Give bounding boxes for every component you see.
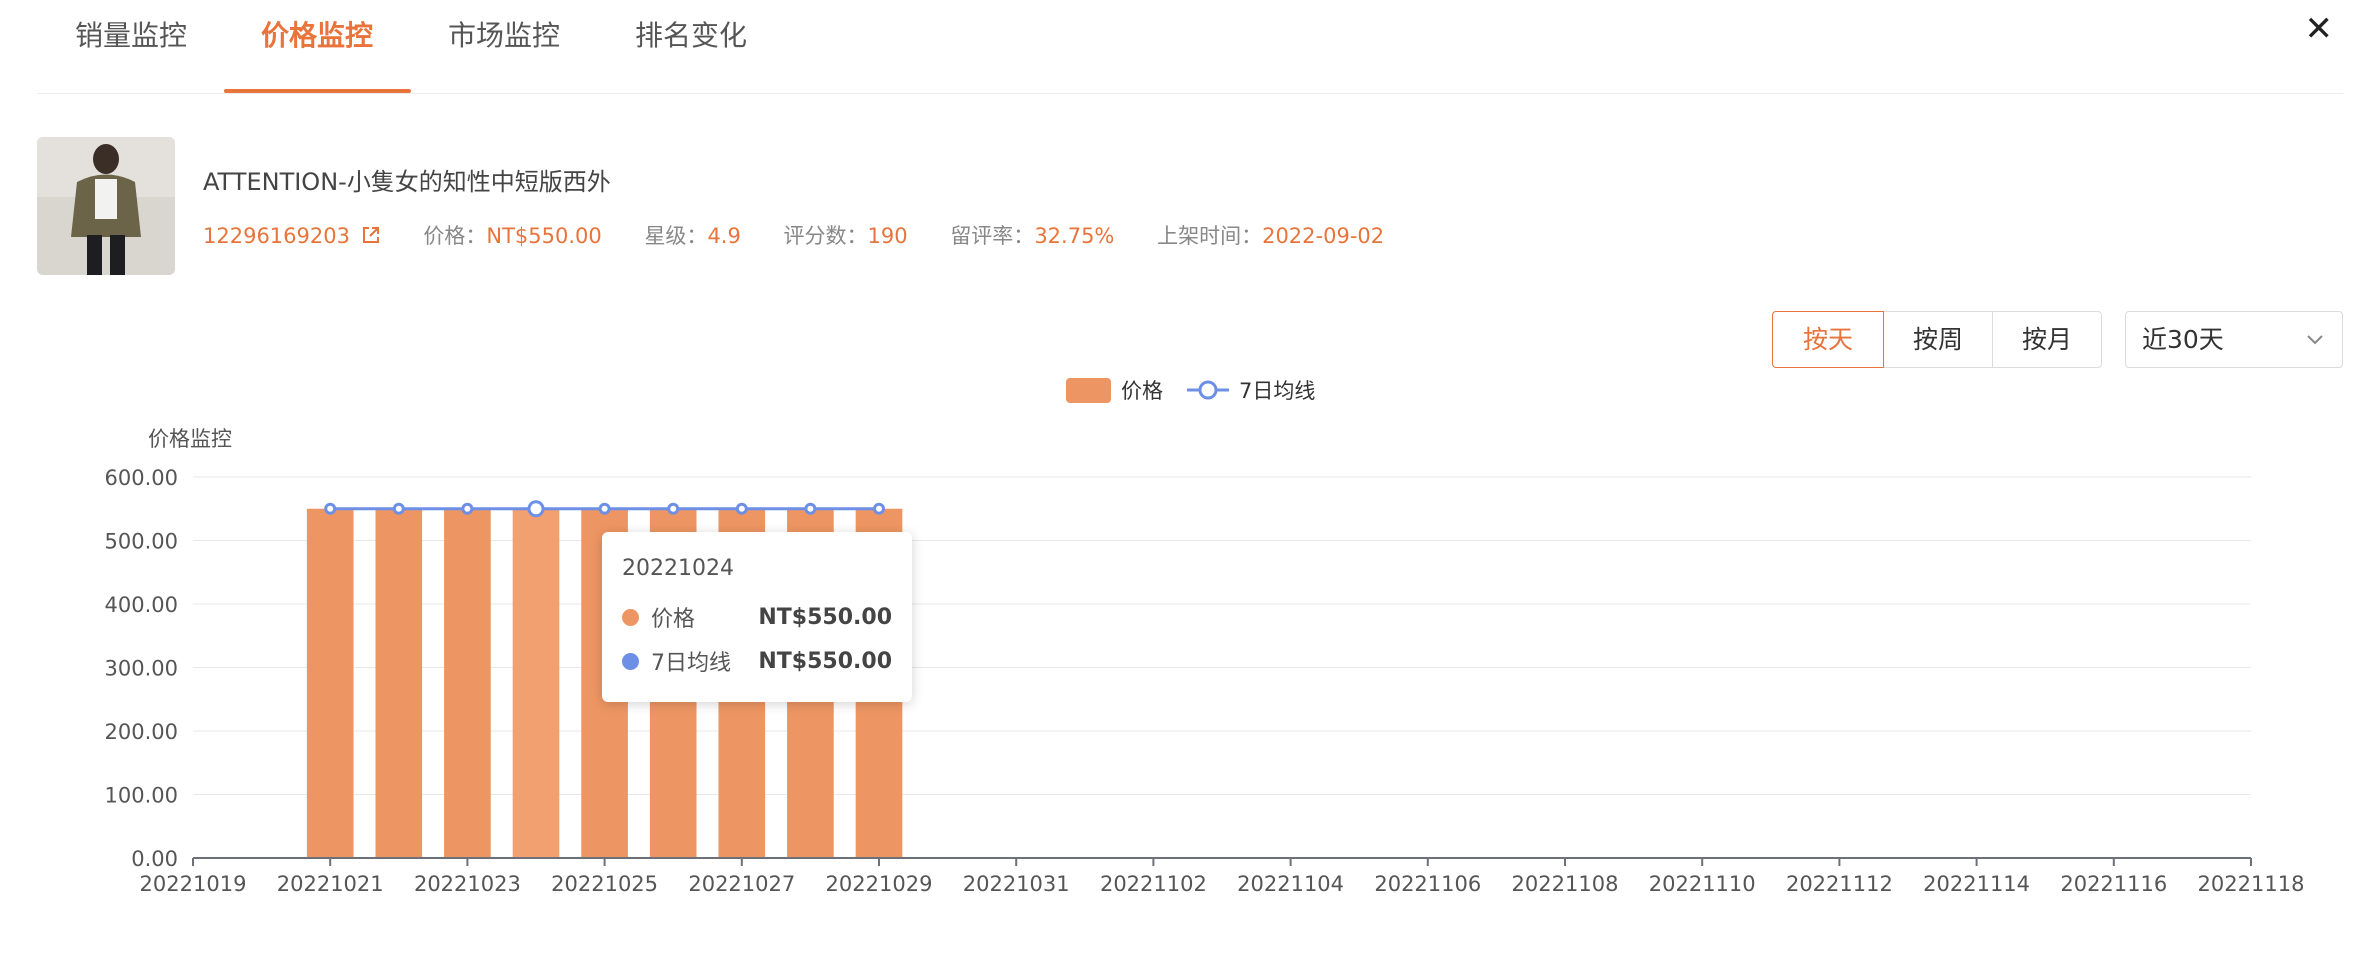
- x-tick-label: 20221023: [414, 872, 521, 896]
- by-day-button[interactable]: 按天: [1772, 311, 1884, 368]
- ma7-point: [667, 502, 680, 515]
- tooltip-ma7-value: NT$550.00: [758, 648, 892, 674]
- x-tick-label: 20221110: [1649, 872, 1756, 896]
- ma7-point: [392, 502, 405, 515]
- price-bar: [512, 508, 560, 858]
- y-axis-ticks: 0.00 100.00 200.00 300.00 400.00 500.00 600.00: [105, 466, 178, 871]
- tooltip-price-value: NT$550.00: [758, 604, 892, 630]
- ma7-point: [598, 502, 611, 515]
- x-tick-label: 20221027: [688, 872, 795, 896]
- chart-tooltip: 20221024 价格 NT$550.00 7日均线 NT$550.00: [602, 532, 912, 702]
- x-tick-label: 20221112: [1786, 872, 1893, 896]
- ma7-point: [873, 502, 885, 515]
- ma7-point: [804, 502, 817, 515]
- grid-lines: [193, 476, 2251, 795]
- x-tick-label: 20221025: [551, 872, 658, 896]
- x-tick-label: 20221029: [826, 872, 933, 896]
- tooltip-row-ma7: 7日均线 NT$550.00: [622, 645, 892, 677]
- y-tick-label: 400.00: [105, 593, 178, 617]
- y-tick-label: 600.00: [105, 466, 178, 490]
- price-chart: 价格监控 0.00 100.00 200.00 300.00 400.00 500.00 6…: [105, 427, 2305, 896]
- ma7-point: [324, 502, 337, 515]
- x-tick-label: 20221108: [1512, 872, 1619, 896]
- x-tick-label: 20221106: [1374, 872, 1481, 896]
- ma7-point: [735, 502, 748, 515]
- ma7-point: [461, 502, 474, 515]
- y-tick-label: 200.00: [105, 720, 178, 744]
- tooltip-date: 20221024: [622, 556, 734, 581]
- y-tick-label: 0.00: [131, 847, 178, 871]
- tooltip-price-dot: [622, 608, 639, 626]
- x-tick-label: 20221118: [2198, 872, 2305, 896]
- tooltip-row-price: 价格 NT$550.00: [622, 601, 892, 633]
- x-tick-label: 20221116: [2060, 872, 2167, 896]
- x-tick-label: 20221102: [1100, 872, 1207, 896]
- tooltip-ma7-name: 7日均线: [651, 651, 731, 676]
- price-bar: [306, 508, 354, 858]
- x-tick-label: 20221114: [1923, 872, 2030, 896]
- y-tick-label: 500.00: [105, 530, 178, 554]
- price-bar: [444, 508, 491, 858]
- tooltip-price-name: 价格: [651, 607, 696, 632]
- x-tick-label: 20221031: [963, 872, 1070, 896]
- price-bar: [375, 508, 423, 858]
- tooltip-ma7-dot: [622, 652, 639, 670]
- x-tick-label: 20221021: [277, 872, 384, 896]
- y-axis-title: 价格监控: [148, 427, 232, 451]
- x-tick-label: 20221104: [1237, 872, 1344, 896]
- y-tick-label: 300.00: [105, 657, 178, 681]
- x-axis: 20221019 20221021 20221023 20221025 20221027…: [140, 857, 2305, 896]
- ma7-point: [527, 500, 545, 518]
- y-tick-label: 100.00: [105, 784, 178, 808]
- x-tick-label: 20221019: [140, 872, 247, 896]
